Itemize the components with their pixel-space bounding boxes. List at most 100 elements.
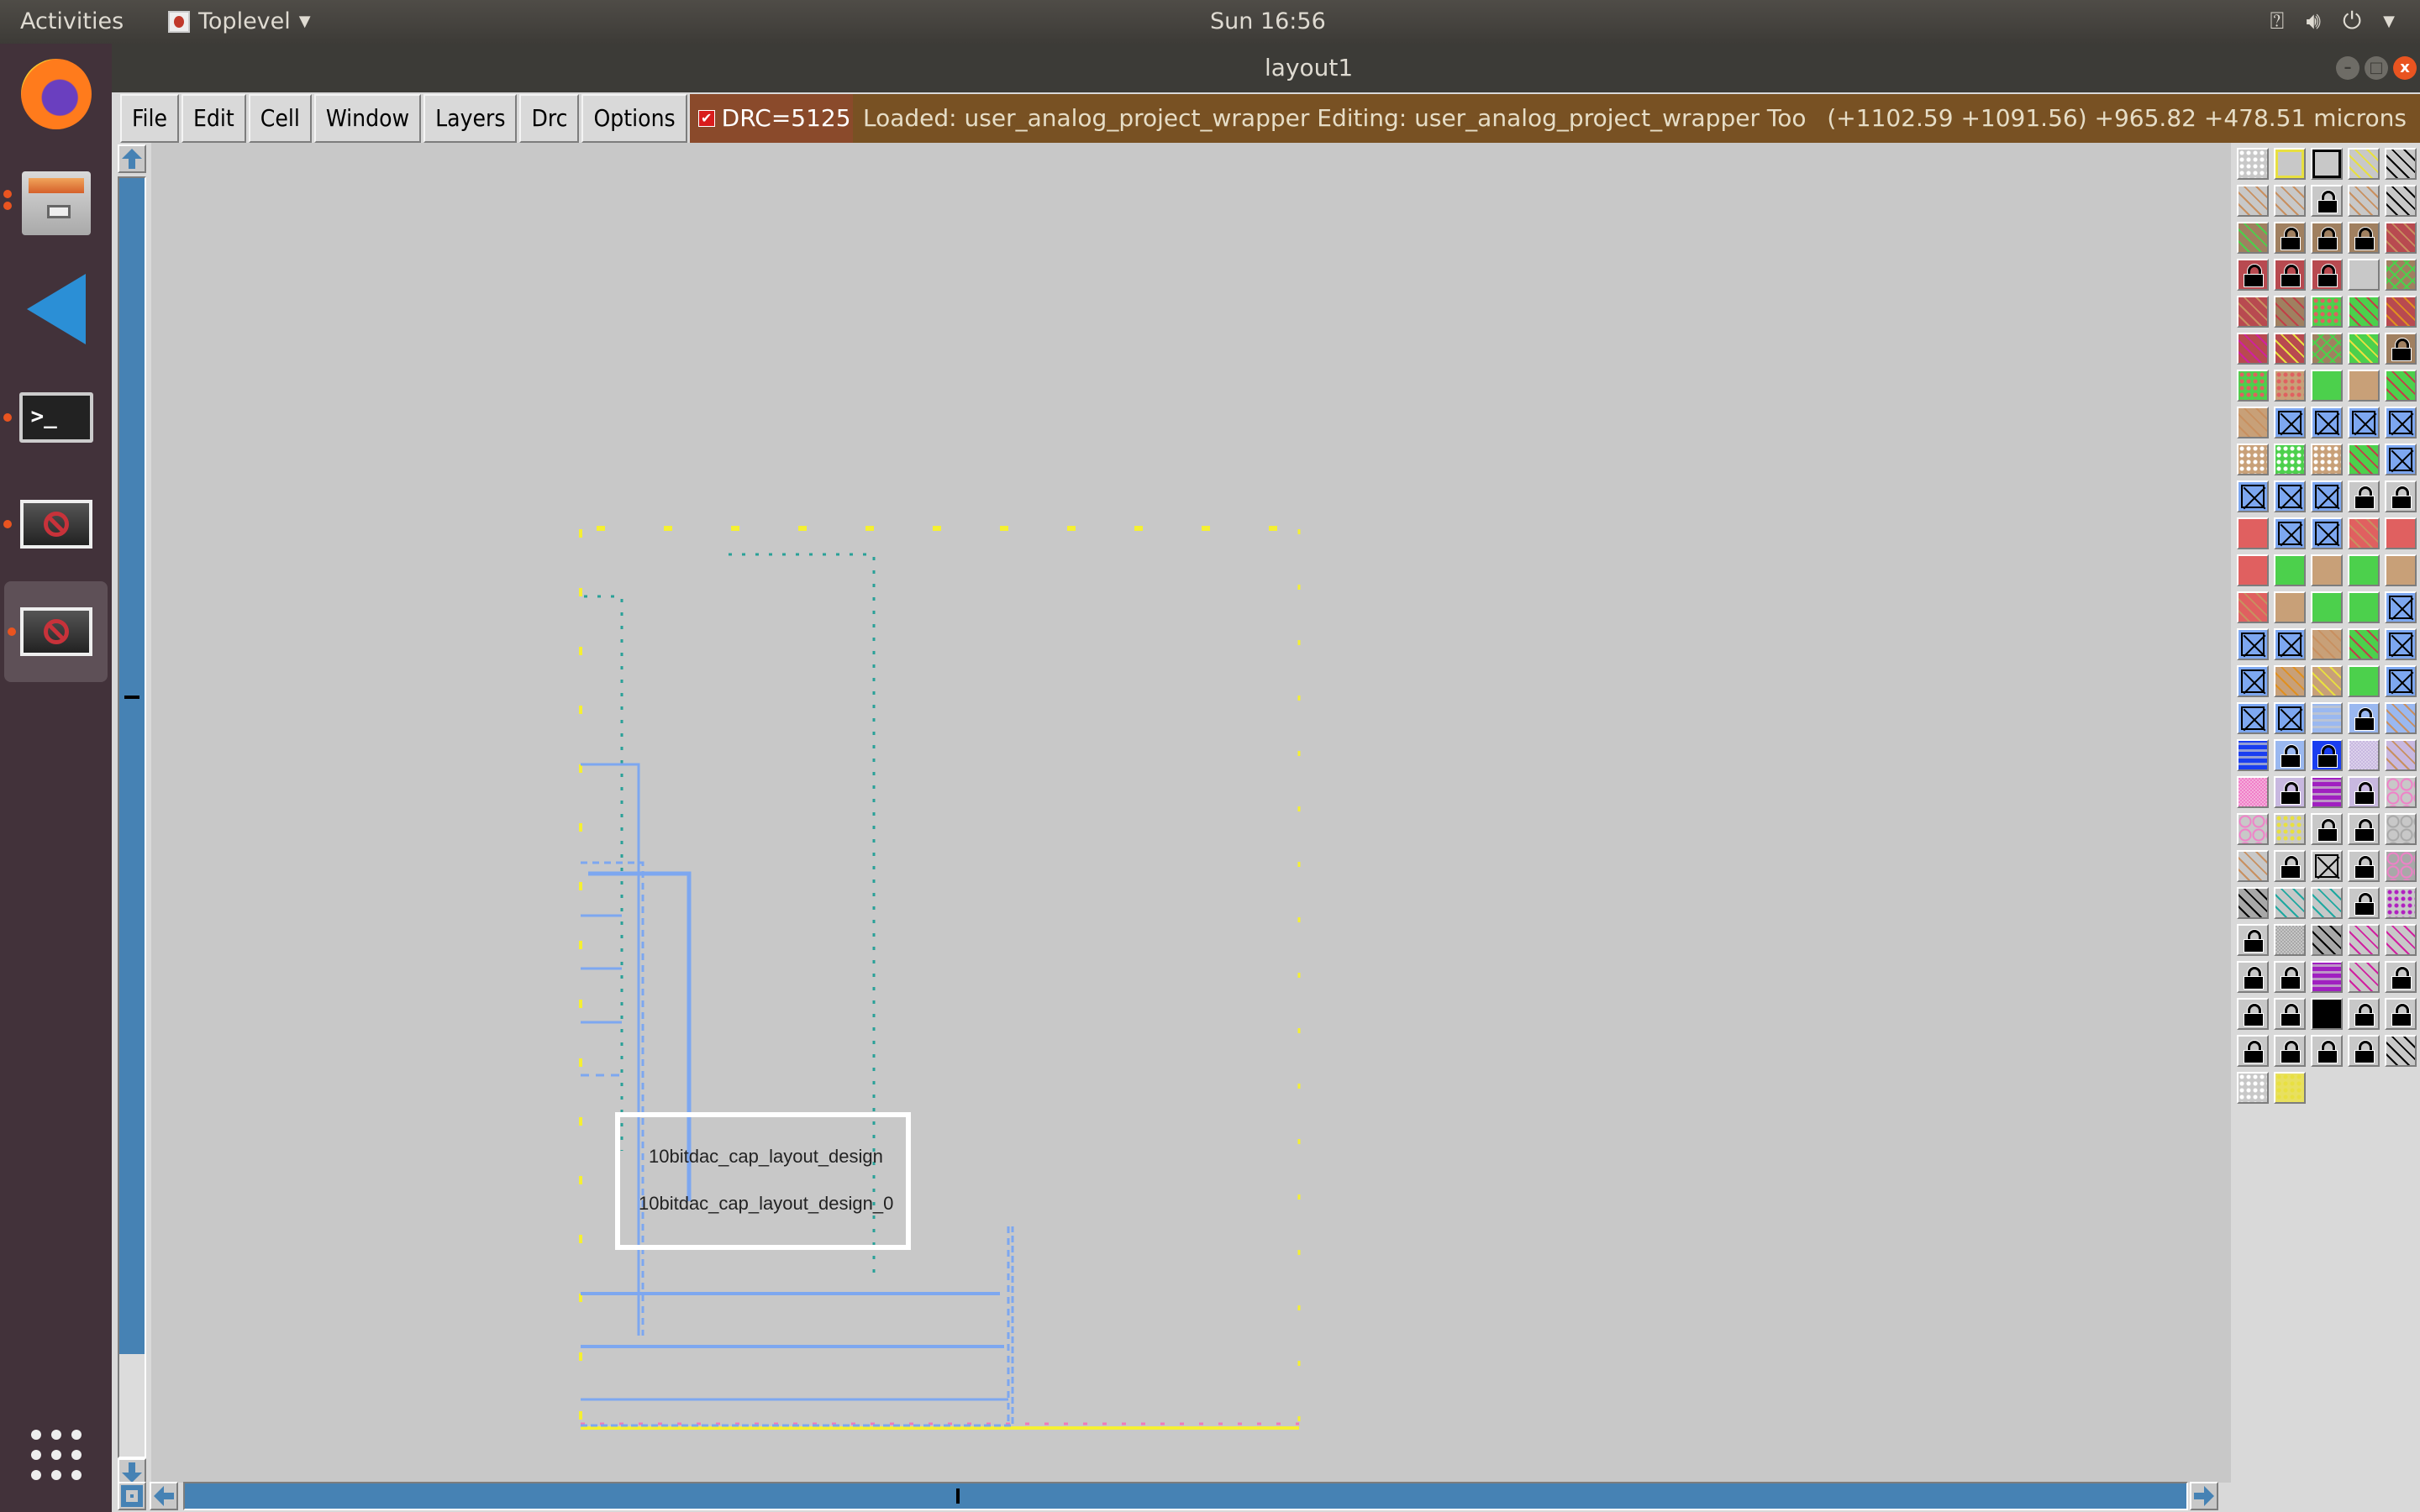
layer-swatch[interactable]	[2237, 924, 2269, 956]
layer-swatch[interactable]	[2385, 554, 2417, 586]
chevron-down-icon[interactable]: ▼	[2383, 13, 2395, 30]
layer-swatch[interactable]	[2311, 628, 2343, 660]
layer-swatch[interactable]	[2348, 296, 2380, 328]
layer-swatch[interactable]	[2385, 924, 2417, 956]
layer-swatch[interactable]	[2348, 961, 2380, 993]
layer-swatch[interactable]	[2348, 702, 2380, 734]
layer-swatch[interactable]	[2385, 517, 2417, 549]
menu-drc[interactable]: Drc	[519, 94, 580, 143]
scroll-up-button[interactable]	[118, 144, 146, 173]
dock-item-firefox[interactable]	[0, 44, 112, 144]
dock-item-terminal[interactable]: >_	[0, 367, 112, 468]
minimize-button[interactable]: –	[2336, 56, 2360, 80]
layer-swatch[interactable]	[2237, 185, 2269, 217]
app-menu[interactable]: Toplevel ▼	[168, 8, 311, 34]
layer-swatch[interactable]	[2274, 1035, 2306, 1067]
horizontal-scroll-thumb[interactable]	[185, 1483, 2186, 1509]
drc-toggle[interactable]: ✔ DRC=5125	[689, 94, 856, 143]
layer-swatch[interactable]	[2311, 333, 2343, 365]
layer-swatch[interactable]	[2311, 296, 2343, 328]
layer-swatch[interactable]	[2348, 1035, 2380, 1067]
layer-swatch[interactable]	[2348, 924, 2380, 956]
layer-swatch[interactable]	[2385, 185, 2417, 217]
layer-swatch[interactable]	[2385, 776, 2417, 808]
layer-swatch[interactable]	[2274, 407, 2306, 438]
activities-button[interactable]: Activities	[20, 8, 124, 34]
volume-icon[interactable]: 🔊︎	[2306, 7, 2321, 35]
layer-swatch[interactable]	[2237, 370, 2269, 402]
layer-swatch[interactable]	[2385, 370, 2417, 402]
layer-swatch[interactable]	[2311, 480, 2343, 512]
layer-swatch[interactable]	[2274, 961, 2306, 993]
horizontal-scrollbar[interactable]	[116, 1480, 2233, 1510]
layer-swatch[interactable]	[2274, 702, 2306, 734]
layer-swatch[interactable]	[2237, 517, 2269, 549]
window-titlebar[interactable]: layout1 – □ x	[112, 44, 2420, 92]
layer-swatch[interactable]	[2274, 333, 2306, 365]
menu-cell[interactable]: Cell	[248, 94, 312, 143]
layer-swatch[interactable]	[2348, 185, 2380, 217]
layer-swatch[interactable]	[2385, 887, 2417, 919]
scroll-right-button[interactable]	[2190, 1482, 2218, 1510]
menu-file[interactable]: File	[120, 94, 179, 143]
layer-swatch[interactable]	[2237, 1035, 2269, 1067]
layer-swatch[interactable]	[2311, 850, 2343, 882]
layer-swatch[interactable]	[2311, 813, 2343, 845]
layer-swatch[interactable]	[2311, 370, 2343, 402]
layer-swatch[interactable]	[2311, 407, 2343, 438]
layer-swatch[interactable]	[2274, 1072, 2306, 1104]
menu-window[interactable]: Window	[313, 94, 422, 143]
layer-swatch[interactable]	[2311, 444, 2343, 475]
layer-swatch[interactable]	[2385, 222, 2417, 254]
layer-swatch[interactable]	[2348, 407, 2380, 438]
dock-item-files[interactable]	[0, 153, 112, 254]
layer-swatch[interactable]	[2237, 296, 2269, 328]
layer-swatch[interactable]	[2274, 554, 2306, 586]
maximize-button[interactable]: □	[2365, 56, 2388, 80]
layer-swatch[interactable]	[2385, 665, 2417, 697]
layer-swatch[interactable]	[2237, 333, 2269, 365]
layer-swatch[interactable]	[2237, 739, 2269, 771]
layer-swatch[interactable]	[2385, 407, 2417, 438]
vertical-scrollbar[interactable]	[116, 143, 146, 1487]
layer-swatch[interactable]	[2274, 517, 2306, 549]
layer-swatch[interactable]	[2348, 850, 2380, 882]
clock[interactable]: Sun 16:56	[1210, 8, 1326, 34]
layer-swatch[interactable]	[2274, 591, 2306, 623]
horizontal-scroll-track[interactable]	[183, 1482, 2188, 1510]
cell-instance-box[interactable]	[615, 1112, 911, 1250]
layer-swatch[interactable]	[2274, 739, 2306, 771]
layer-swatch[interactable]	[2385, 480, 2417, 512]
layer-swatch[interactable]	[2385, 813, 2417, 845]
layout-canvas[interactable]: 10bitdac_cap_layout_design 10bitdac_cap_…	[151, 143, 2231, 1483]
layer-swatch[interactable]	[2385, 850, 2417, 882]
layer-swatch[interactable]	[2348, 591, 2380, 623]
layer-swatch[interactable]	[2385, 259, 2417, 291]
layer-swatch[interactable]	[2274, 813, 2306, 845]
layer-swatch[interactable]	[2385, 628, 2417, 660]
layer-swatch[interactable]	[2311, 961, 2343, 993]
layer-swatch[interactable]	[2274, 185, 2306, 217]
layer-swatch[interactable]	[2311, 1035, 2343, 1067]
layer-swatch[interactable]	[2348, 554, 2380, 586]
layer-swatch[interactable]	[2385, 444, 2417, 475]
layer-swatch[interactable]	[2237, 998, 2269, 1030]
layer-swatch[interactable]	[2274, 296, 2306, 328]
layer-swatch[interactable]	[2237, 961, 2269, 993]
layer-swatch[interactable]	[2237, 776, 2269, 808]
layer-swatch[interactable]	[2348, 887, 2380, 919]
layer-swatch[interactable]	[2237, 591, 2269, 623]
layer-swatch[interactable]	[2274, 480, 2306, 512]
layer-swatch[interactable]	[2385, 998, 2417, 1030]
close-button[interactable]: x	[2393, 56, 2417, 80]
layer-swatch[interactable]	[2348, 370, 2380, 402]
layer-swatch[interactable]	[2348, 813, 2380, 845]
layer-swatch[interactable]	[2274, 628, 2306, 660]
menu-options[interactable]: Options	[581, 94, 687, 143]
layer-swatch[interactable]	[2348, 444, 2380, 475]
layer-swatch[interactable]	[2348, 739, 2380, 771]
layer-swatch[interactable]	[2348, 259, 2380, 291]
layer-swatch[interactable]	[2348, 148, 2380, 180]
layer-swatch[interactable]	[2348, 628, 2380, 660]
layer-swatch[interactable]	[2237, 148, 2269, 180]
